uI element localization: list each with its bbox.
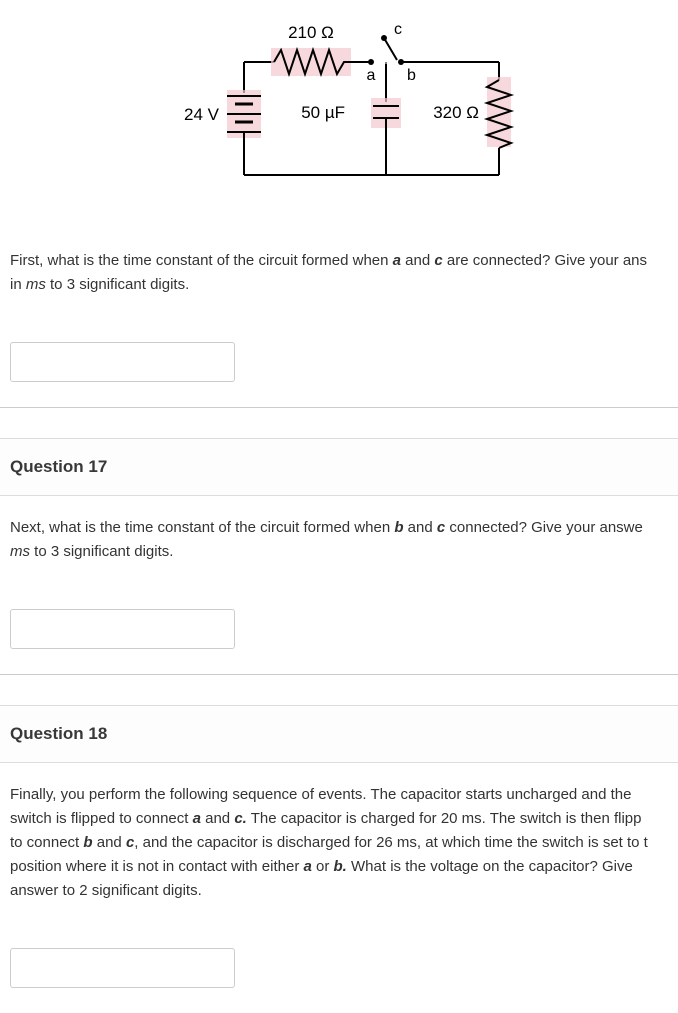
resistor-r2: 320 Ω — [433, 77, 511, 148]
divider — [0, 407, 678, 408]
svg-text:210 Ω: 210 Ω — [288, 23, 334, 42]
battery: 24 V — [184, 90, 261, 138]
circuit-diagram: 210 Ω a c b 50 µF — [0, 0, 678, 229]
q16-input[interactable] — [10, 342, 235, 382]
q18-header: Question 18 — [0, 705, 678, 763]
svg-text:a: a — [367, 67, 376, 84]
q16-answer-field — [10, 342, 668, 382]
resistor-r1: 210 Ω — [271, 23, 351, 76]
q18-answer-field — [10, 948, 668, 988]
svg-text:50 µF: 50 µF — [301, 103, 345, 122]
q17-input[interactable] — [10, 609, 235, 649]
svg-text:320 Ω: 320 Ω — [433, 103, 479, 122]
q17-body: Next, what is the time constant of the c… — [0, 496, 678, 594]
q18-body: Finally, you perform the following seque… — [0, 763, 678, 933]
svg-text:b: b — [407, 67, 416, 84]
q18-input[interactable] — [10, 948, 235, 988]
divider — [0, 674, 678, 675]
svg-text:24 V: 24 V — [184, 105, 220, 124]
capacitor: 50 µF — [301, 62, 401, 175]
svg-text:c: c — [394, 21, 402, 38]
q17-header: Question 17 — [0, 438, 678, 496]
q16-body: First, what is the time constant of the … — [0, 229, 678, 327]
circuit-svg: 210 Ω a c b 50 µF — [149, 20, 529, 195]
q17-answer-field — [10, 609, 668, 649]
